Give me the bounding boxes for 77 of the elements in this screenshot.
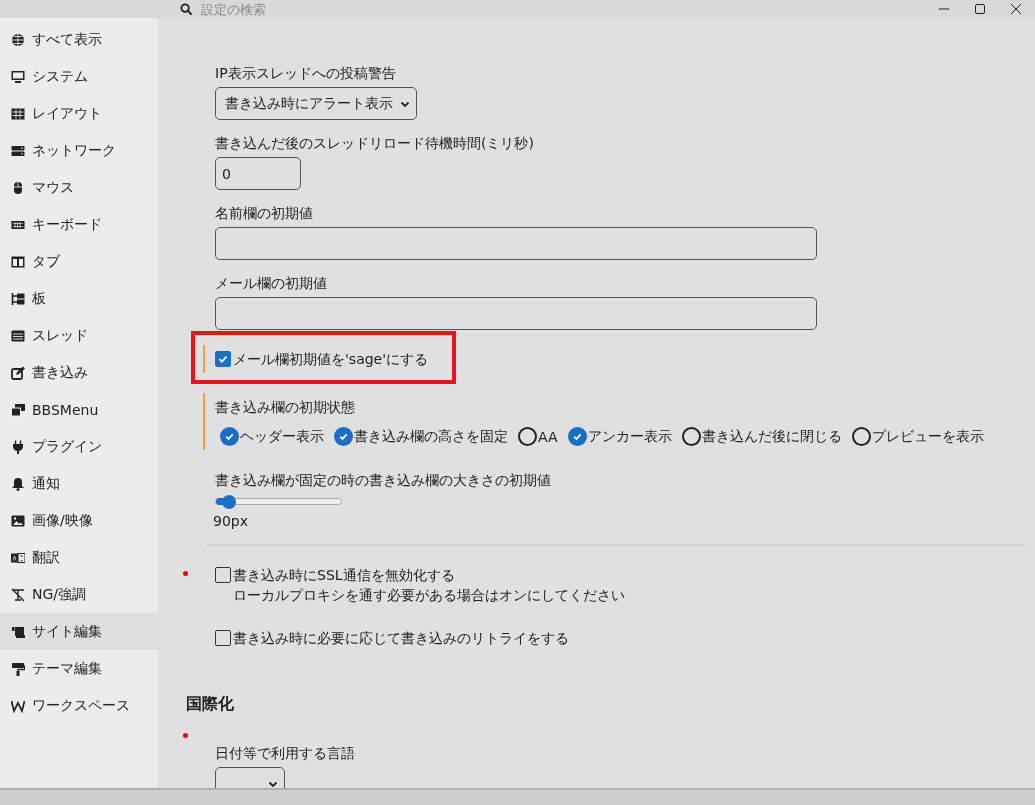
checkbox[interactable] <box>215 630 231 646</box>
globe-icon <box>11 32 25 47</box>
setting-label: 日付等で利用する言語 <box>215 744 356 763</box>
tree-icon <box>11 291 25 306</box>
ng-icon <box>11 587 25 602</box>
check-icon <box>224 431 235 442</box>
round-checkbox[interactable] <box>220 427 239 446</box>
option-label: AA <box>538 428 558 445</box>
setting-label: 書き込み欄が固定の時の書き込み欄の大きさの初期値 <box>215 471 552 490</box>
sidebar-item[interactable]: 画像/映像 <box>0 502 158 539</box>
sidebar-item[interactable]: サイト編集 <box>0 613 158 650</box>
sidebar-item[interactable]: システム <box>0 58 158 95</box>
checkbox[interactable] <box>215 351 231 367</box>
dropdown[interactable]: 書き込み時にアラート表示 <box>215 87 417 120</box>
bell-icon <box>11 476 25 491</box>
input-field[interactable]: 0 <box>215 157 301 190</box>
columns-icon <box>11 254 25 269</box>
option-label: 書き込んだ後に閉じる <box>701 427 842 446</box>
menu-icon <box>11 402 25 417</box>
sidebar-item[interactable]: 翻訳 <box>0 539 158 576</box>
close-icon[interactable] <box>1010 3 1022 15</box>
sidebar-item[interactable]: 通知 <box>0 465 158 502</box>
checkbox[interactable] <box>215 567 231 583</box>
round-checkbox[interactable] <box>681 427 701 446</box>
sidebar-item[interactable]: 板 <box>0 280 158 317</box>
grid-icon <box>11 106 25 121</box>
checkbox-label: 書き込み時に必要に応じて書き込みのリトライをする <box>233 629 569 648</box>
setting-description: ローカルプロキシを通す必要がある場合はオンにしてください <box>232 586 626 605</box>
sidebar-item[interactable]: テーマ編集 <box>0 650 158 687</box>
translate-icon <box>11 550 25 565</box>
monitor-icon <box>11 69 25 84</box>
sidebar-item[interactable]: すべて表示 <box>0 21 158 58</box>
image-icon <box>11 513 25 528</box>
site-icon <box>11 624 25 639</box>
option-label: アンカー表示 <box>587 427 672 446</box>
input-field[interactable] <box>215 297 817 330</box>
check-icon <box>338 431 349 442</box>
check-icon <box>217 353 229 365</box>
search-icon <box>180 2 193 16</box>
round-checkbox[interactable] <box>334 427 353 446</box>
server-icon <box>11 143 25 158</box>
sidebar-item[interactable]: NG/強調 <box>0 576 158 613</box>
sidebar-item[interactable]: ワークスペース <box>0 687 158 724</box>
round-checkbox[interactable] <box>518 427 537 446</box>
round-checkbox[interactable] <box>851 427 871 446</box>
plug-icon <box>11 439 25 454</box>
setting-label: IP表示スレッドへの投稿警告 <box>215 64 397 83</box>
sidebar-item[interactable]: タブ <box>0 243 158 280</box>
w-icon <box>11 698 25 713</box>
checkbox-label: メール欄初期値を'sage'にする <box>233 350 429 369</box>
sidebar-item[interactable]: キーボード <box>0 206 158 243</box>
setting-label: 書き込んだ後のスレッドリロード待機時間(ミリ秒) <box>215 134 535 153</box>
section-heading: 国際化 <box>186 694 235 715</box>
input-field[interactable] <box>215 227 817 260</box>
setting-label: 名前欄の初期値 <box>215 204 314 223</box>
list-icon <box>11 328 25 343</box>
option-label: 書き込み欄の高さを固定 <box>354 427 508 446</box>
sidebar-item[interactable]: プラグイン <box>0 428 158 465</box>
sidebar-item[interactable]: レイアウト <box>0 95 158 132</box>
sidebar-item[interactable]: マウス <box>0 169 158 206</box>
search-field[interactable]: 設定の検索 <box>180 1 321 17</box>
setting-label: メール欄の初期値 <box>215 274 328 293</box>
sidebar-item[interactable]: BBSMenu <box>0 391 158 428</box>
round-checkbox[interactable] <box>567 427 587 446</box>
setting-label: 書き込み欄の初期状態 <box>215 398 356 417</box>
edit-icon <box>11 365 25 380</box>
slider-value: 90px <box>213 513 249 529</box>
paint-icon <box>11 661 25 676</box>
check-icon <box>571 431 583 442</box>
option-label: ヘッダー表示 <box>240 427 324 446</box>
sidebar-item[interactable]: ネットワーク <box>0 132 158 169</box>
maximize-icon[interactable] <box>974 3 986 15</box>
sidebar-item[interactable]: 書き込み <box>0 354 158 391</box>
option-label: プレビューを表示 <box>871 427 984 446</box>
sidebar-item[interactable]: スレッド <box>0 317 158 354</box>
mouse-icon <box>11 180 25 195</box>
checkbox-label: 書き込み時にSSL通信を無効化する <box>233 566 455 585</box>
